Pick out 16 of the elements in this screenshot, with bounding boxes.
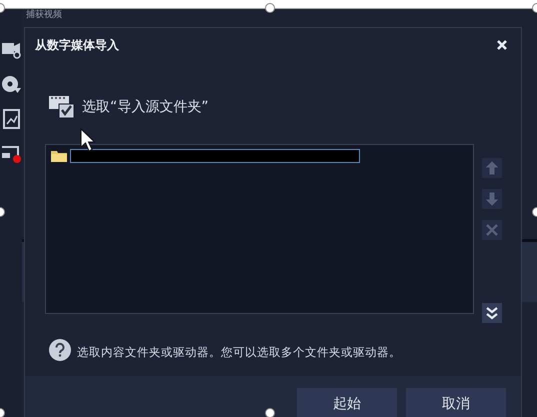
record-icon[interactable] — [0, 144, 22, 165]
film-check-icon — [49, 96, 75, 118]
double-chevron-button[interactable] — [482, 303, 502, 323]
dialog-button[interactable]: 取消 — [406, 388, 506, 417]
help-icon — [49, 339, 71, 361]
mouse-pointer-icon — [80, 128, 96, 152]
app-caption: 捕获视频 — [26, 10, 62, 20]
help-text: 选取内容文件夹或驱动器。您可以选取多个文件夹或驱动器。 — [77, 344, 401, 360]
close-button[interactable] — [495, 38, 509, 52]
folder-icon — [51, 150, 67, 162]
dialog-heading: 选取“导入源文件夹” — [82, 98, 209, 116]
resize-handle[interactable] — [265, 3, 275, 13]
dialog-button[interactable]: 起始 — [297, 388, 397, 417]
disc-icon[interactable] — [0, 74, 22, 95]
film-frame-icon[interactable] — [0, 109, 22, 130]
dialog-title: 从数字媒体导入 — [35, 36, 119, 54]
